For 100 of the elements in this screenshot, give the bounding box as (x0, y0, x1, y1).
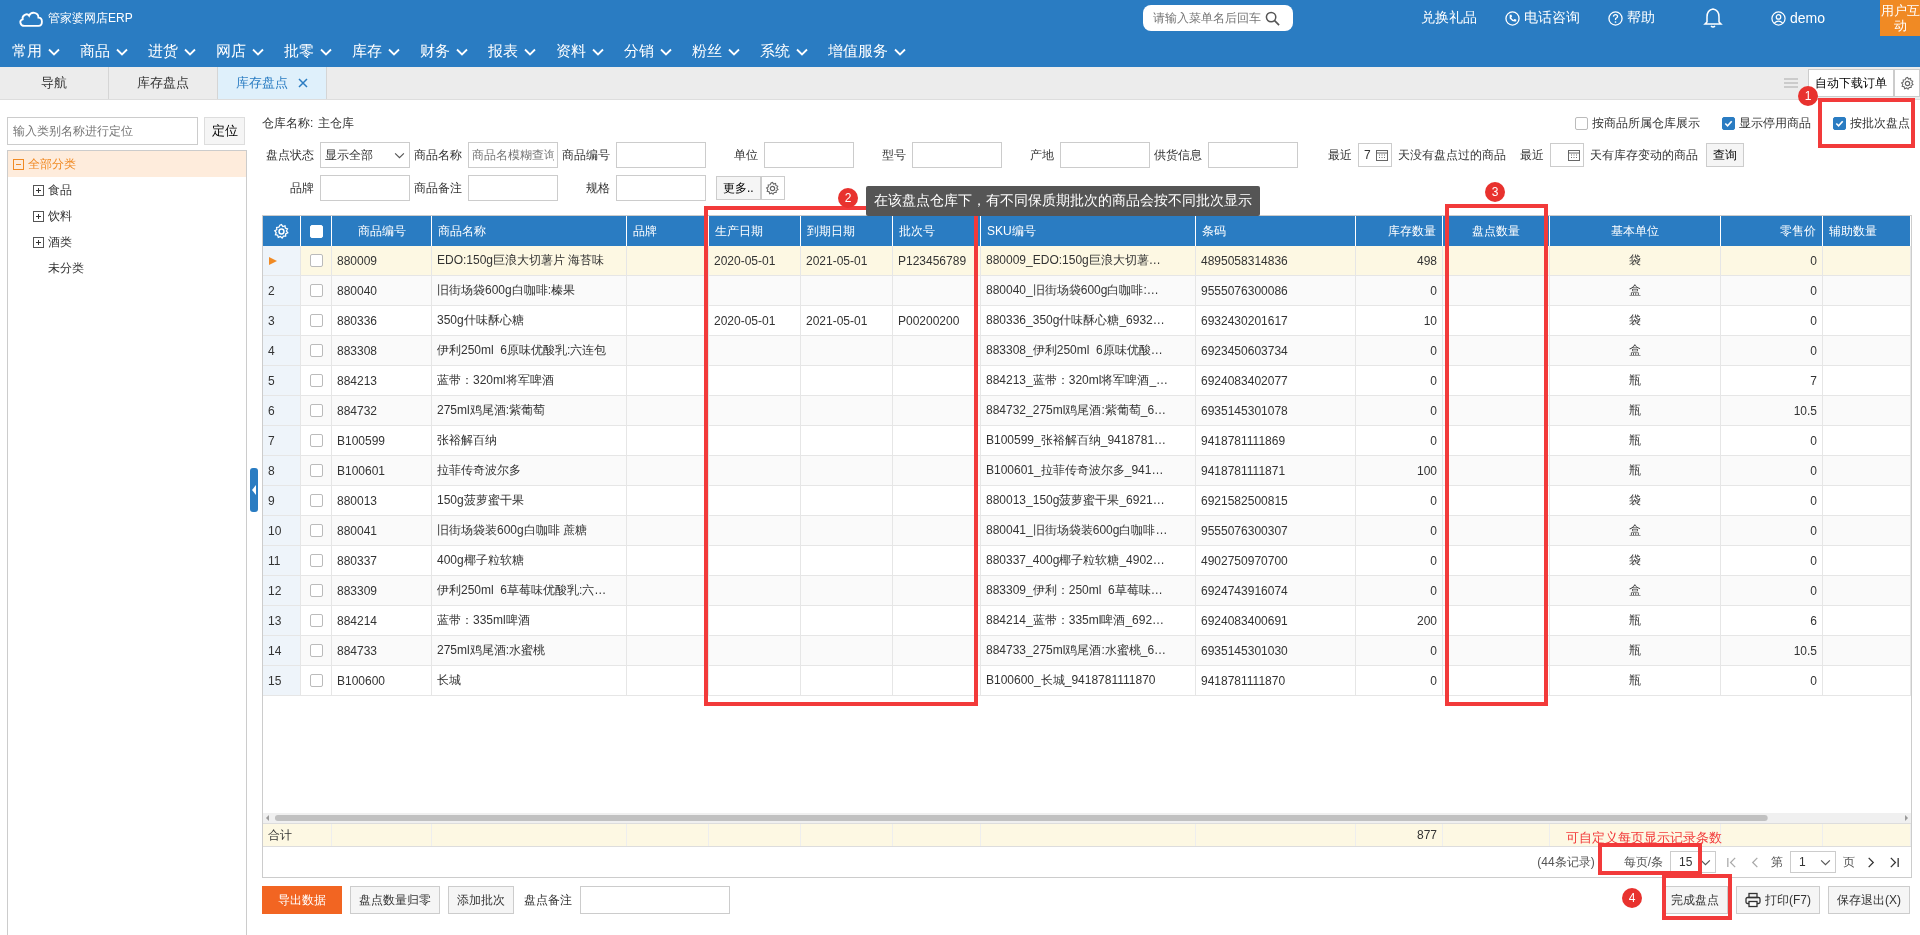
tree-item[interactable]: 食品 (8, 177, 246, 203)
row-checkbox[interactable] (309, 614, 323, 627)
row-checkbox[interactable] (309, 434, 323, 447)
horizontal-scrollbar[interactable] (263, 813, 1911, 823)
tree-item[interactable]: 未分类 (8, 255, 246, 281)
column-header[interactable]: SKU编号 (987, 222, 1036, 240)
menu-item[interactable]: 进货 (148, 42, 196, 61)
table-row[interactable]: 5 884213 蓝带：320ml将军啤酒 884213_蓝带：320ml将军啤酒_… 6924083402077 0 瓶 7 (263, 366, 1911, 396)
table-row[interactable]: 10 880041 旧街场袋装600g白咖啡 蔗糖 880041_旧街场袋装600g白咖啡… 9555076300307 0 盒 0 (263, 516, 1911, 546)
table-row[interactable]: 9 880013 150g菠萝蜜干果 880013_150g菠萝蜜干果_6921… 6921582500815 0 袋 0 (263, 486, 1911, 516)
table-row[interactable]: 15 B100600 长城 B100600_长城_9418781111870 9418781111870 0 瓶 0 (263, 666, 1911, 696)
row-checkbox[interactable] (309, 404, 323, 417)
table-row[interactable]: 3 880336 350g什味酥心糖 2020-05-01 2021-05-01 P00200200 880336_350g什味酥心糖_6932… 6932430201617 10 袋 0 (263, 306, 1911, 336)
table-row[interactable]: 6 884732 275ml鸡尾酒:紫葡萄 884732_275ml鸡尾酒:紫葡萄_6… 6935145301078 0 瓶 10.5 (263, 396, 1911, 426)
column-header[interactable]: 基本单位 (1611, 222, 1659, 240)
row-checkbox[interactable] (309, 494, 323, 507)
auto-download-button[interactable]: 自动下载订单 (1808, 69, 1894, 97)
row-checkbox[interactable] (309, 584, 323, 597)
menu-item[interactable]: 商品 (80, 42, 128, 61)
search-icon[interactable] (1264, 10, 1280, 26)
row-checkbox[interactable] (309, 554, 323, 567)
row-checkbox[interactable] (309, 644, 323, 657)
menu-item[interactable]: 报表 (488, 42, 536, 61)
header-link[interactable]: 兑换礼品 (1420, 9, 1477, 27)
column-settings-icon[interactable] (273, 222, 290, 240)
menu-item[interactable]: 库存 (352, 42, 400, 61)
column-header[interactable]: 到期日期 (807, 222, 855, 240)
expand-box-icon[interactable] (33, 184, 44, 196)
page-size-select[interactable]: 15 (1670, 851, 1716, 873)
table-row[interactable]: 4 883308 伊利250ml 6原味优酸乳:六连包 883308_伊利250ml 6原味优酸… 6923450603734 0 盒 0 (263, 336, 1911, 366)
table-row[interactable]: 14 884733 275ml鸡尾酒:水蜜桃 884733_275ml鸡尾酒:水蜜桃_6… 6935145301030 0 瓶 10.5 (263, 636, 1911, 666)
collapse-box-icon[interactable] (13, 158, 24, 170)
filter-field[interactable] (912, 142, 1002, 168)
select-all-checkbox[interactable] (309, 224, 323, 238)
calendar-icon[interactable] (1376, 149, 1388, 161)
table-row[interactable]: 7 B100599 张裕解百纳 B100599_张裕解百纳_9418781… 9418781111869 0 瓶 0 (263, 426, 1911, 456)
bell-icon[interactable] (1702, 7, 1723, 29)
option-checkbox[interactable]: 按批次盘点 (1833, 114, 1910, 132)
query-button[interactable]: 查询 (1706, 143, 1744, 167)
locate-button[interactable]: 定位 (204, 117, 245, 145)
row-checkbox[interactable] (309, 374, 323, 387)
first-page-icon[interactable] (1726, 856, 1737, 868)
tree-item[interactable]: 饮料 (8, 203, 246, 229)
row-checkbox[interactable] (309, 314, 323, 327)
column-header[interactable]: 商品名称 (438, 222, 486, 240)
row-checkbox[interactable] (309, 674, 323, 687)
settings-button[interactable] (1894, 69, 1920, 97)
user-menu[interactable]: demo (1770, 10, 1825, 26)
menu-item[interactable]: 财务 (420, 42, 468, 61)
filter-field[interactable] (764, 142, 854, 168)
menu-item[interactable]: 资料 (556, 42, 604, 61)
action-button[interactable]: 保存退出(X) (1828, 886, 1910, 914)
table-row[interactable]: 2 880040 旧街场袋600g白咖啡:榛果 880040_旧街场袋600g白咖啡:… 9555076300086 0 盒 0 (263, 276, 1911, 306)
days-field[interactable]: 7 (1358, 143, 1392, 167)
table-row[interactable]: 11 880337 400g椰子粒软糖 880337_400g椰子粒软糖_4902… 4902750970700 0 袋 0 (263, 546, 1911, 576)
last-page-icon[interactable] (1889, 856, 1900, 868)
status-select[interactable]: 显示全部 (320, 142, 410, 168)
column-header[interactable]: 库存数量 (1388, 222, 1436, 240)
menu-item[interactable]: 批零 (284, 42, 332, 61)
expand-box-icon[interactable] (33, 210, 44, 222)
table-row[interactable]: 12 883309 伊利250ml 6草莓味优酸乳:六… 883309_伊利：250ml 6草莓味… 6924743916074 0 盒 0 (263, 576, 1911, 606)
more-button[interactable]: 更多.. (716, 176, 761, 200)
filter-field[interactable] (1060, 142, 1150, 168)
calendar-icon[interactable] (1568, 149, 1580, 161)
row-checkbox[interactable] (309, 464, 323, 477)
table-row[interactable]: 13 884214 蓝带：335ml啤酒 884214_蓝带：335ml啤酒_692… 6924083400691 200 瓶 6 (263, 606, 1911, 636)
column-header[interactable]: 品牌 (633, 222, 657, 240)
note-field[interactable] (580, 886, 730, 914)
expand-box-icon[interactable] (33, 236, 44, 248)
previous-page-icon[interactable] (1750, 856, 1761, 868)
phone-link[interactable]: 电话咨询 (1504, 9, 1580, 27)
print-button[interactable]: 打印(F7) (1736, 886, 1820, 914)
days-field[interactable] (1550, 143, 1584, 167)
table-row[interactable]: 8 B100601 拉菲传奇波尔多 B100601_拉菲传奇波尔多_941… 9418781111871 100 瓶 0 (263, 456, 1911, 486)
close-icon[interactable] (298, 78, 308, 88)
menu-search-field[interactable]: 请输入菜单名后回车 (1142, 5, 1293, 31)
category-search-field[interactable]: 输入类别名称进行定位 (7, 117, 198, 145)
filter-field[interactable] (616, 142, 706, 168)
column-header[interactable]: 条码 (1202, 222, 1226, 240)
filter-field[interactable] (468, 175, 558, 201)
filter-field[interactable] (616, 175, 706, 201)
row-checkbox[interactable] (309, 284, 323, 297)
option-checkbox[interactable]: 按商品所属仓库展示 (1575, 114, 1700, 132)
menu-item[interactable]: 增值服务 (828, 42, 906, 61)
list-icon[interactable] (1784, 78, 1798, 88)
column-header[interactable]: 商品编号 (357, 222, 406, 240)
tab[interactable]: 库存盘点 (218, 67, 327, 99)
column-header[interactable]: 批次号 (899, 222, 935, 240)
column-header[interactable]: 盘点数量 (1472, 222, 1520, 240)
filter-field[interactable] (320, 175, 410, 201)
filter-field[interactable] (1208, 142, 1298, 168)
menu-item[interactable]: 粉丝 (692, 42, 740, 61)
next-page-icon[interactable] (1865, 856, 1876, 868)
table-row[interactable]: 880009 EDO:150g巨浪大切薯片 海苔味 2020-05-01 2021-05-01 P123456789 880009_EDO:150g巨浪大切薯… 4895058314836 498 袋 0 (263, 246, 1911, 276)
tree-item[interactable]: 酒类 (8, 229, 246, 255)
column-header[interactable]: 零售价 (1780, 222, 1816, 240)
column-header[interactable]: 辅助数量 (1829, 222, 1877, 240)
menu-item[interactable]: 常用 (12, 42, 60, 61)
menu-item[interactable]: 网店 (216, 42, 264, 61)
row-checkbox[interactable] (309, 254, 323, 267)
